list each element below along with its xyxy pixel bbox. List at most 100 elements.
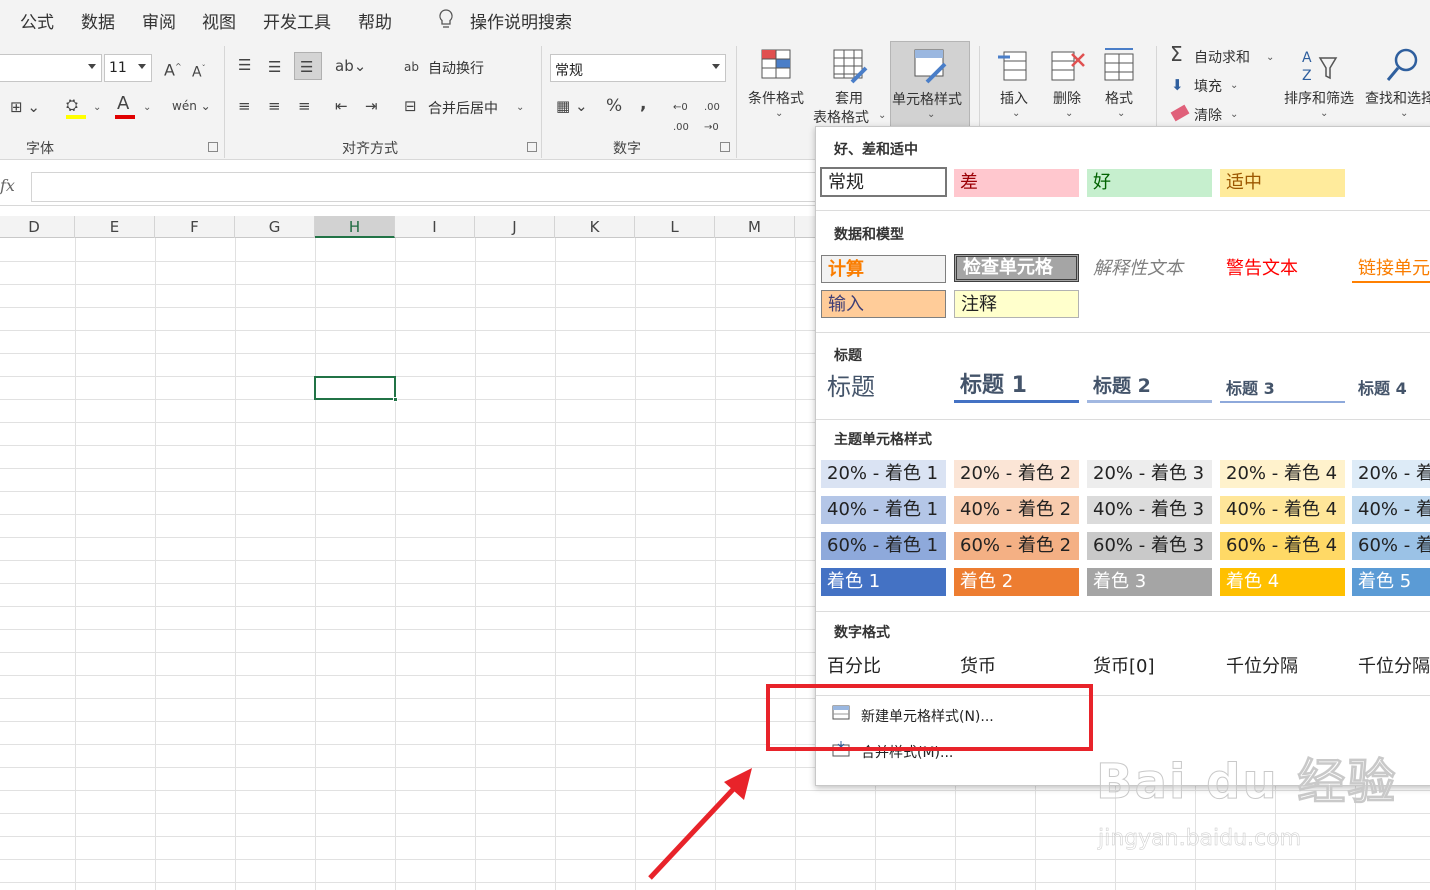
style-good[interactable]: 好 [1087,169,1212,197]
style-accent-5[interactable]: 着色 5 [1352,568,1430,596]
format-as-table-label-1[interactable]: 套用 [835,88,863,108]
font-launcher-icon[interactable] [208,142,218,152]
fill-button[interactable]: 填充 [1194,76,1222,96]
chevron-down-icon[interactable]: ⌄ [1230,109,1238,120]
style-bad[interactable]: 差 [954,169,1079,197]
chevron-down-icon[interactable]: ⌄ [1012,108,1020,119]
style-currency-0[interactable]: 货币[0] [1087,653,1212,681]
number-launcher-icon[interactable] [720,142,730,152]
column-header-e[interactable]: E [75,216,155,238]
chevron-down-icon[interactable]: ⌄ [143,102,151,113]
delete-button[interactable]: 删除 [1053,88,1081,108]
tell-me-search[interactable]: 操作说明搜索 [470,8,572,33]
magnifier-icon[interactable] [1384,46,1424,84]
chevron-down-icon[interactable]: ⌄ [1230,80,1238,91]
chevron-down-icon[interactable]: ⌄ [878,110,886,121]
align-center-icon[interactable]: ≡ [268,96,281,116]
menu-view[interactable]: 视图 [202,8,236,33]
style-accent-4[interactable]: 着色 4 [1220,568,1345,596]
border-icon[interactable]: ⊞ ⌄ [10,97,40,117]
decrease-decimal-icon[interactable]: .00 →0 [704,98,720,138]
align-right-icon[interactable]: ≡ [298,96,311,116]
style-heading-4[interactable]: 标题 4 [1352,375,1430,403]
eraser-icon[interactable] [1170,104,1190,122]
style-comma[interactable]: 千位分隔 [1220,653,1345,681]
style-title[interactable]: 标题 [821,371,946,403]
wrap-text-button[interactable]: 自动换行 [428,58,484,78]
align-bottom-button[interactable]: ☰ [294,52,322,80]
column-header-h[interactable]: H [315,216,395,238]
accounting-format-icon[interactable]: ▦ ⌄ [556,96,588,116]
insert-cells-icon[interactable] [996,48,1032,84]
style-60-accent-3[interactable]: 60% - 着色 3 [1087,532,1212,560]
format-as-table-button[interactable]: 表格格式 [813,107,869,127]
format-cells-icon[interactable] [1102,46,1138,84]
chevron-down-icon[interactable]: ⌄ [516,102,524,113]
cell-styles-button[interactable]: 单元格样式 ⌄ [890,41,970,127]
increase-indent-icon[interactable]: ⇥ [365,96,378,116]
selected-cell[interactable] [314,376,398,402]
wrap-text-icon[interactable]: ab [404,57,419,77]
style-40-accent-4[interactable]: 40% - 着色 4 [1220,496,1345,524]
style-warning[interactable]: 警告文本 [1220,255,1345,283]
find-select-button[interactable]: 查找和选择 [1365,88,1430,108]
align-launcher-icon[interactable] [527,142,537,152]
style-40-accent-5[interactable]: 40% - 着 [1352,496,1430,524]
style-20-accent-1[interactable]: 20% - 着色 1 [821,460,946,488]
fill-handle[interactable] [393,397,398,402]
style-neutral[interactable]: 适中 [1220,169,1345,197]
chevron-down-icon[interactable]: ⌄ [775,108,783,119]
align-left-icon[interactable]: ≡ [238,96,251,116]
style-60-accent-2[interactable]: 60% - 着色 2 [954,532,1079,560]
menu-help[interactable]: 帮助 [358,8,392,33]
style-accent-1[interactable]: 着色 1 [821,568,946,596]
font-size-select[interactable]: 11 [104,54,152,82]
fill-color-icon[interactable]: ⛭ [66,95,78,115]
shrink-font-icon[interactable]: Aˇ [192,59,206,83]
column-header-d[interactable]: D [0,216,75,238]
number-format-select[interactable]: 常规 [550,54,726,82]
font-color-icon[interactable]: A [117,94,129,114]
chevron-down-icon[interactable]: ⌄ [1065,108,1073,119]
style-accent-3[interactable]: 着色 3 [1087,568,1212,596]
style-20-accent-3[interactable]: 20% - 着色 3 [1087,460,1212,488]
align-top-icon[interactable]: ☰ [238,55,251,75]
menu-data[interactable]: 数据 [81,8,115,33]
style-20-accent-4[interactable]: 20% - 着色 4 [1220,460,1345,488]
orientation-icon[interactable]: ab⌄ [335,56,366,76]
menu-developer[interactable]: 开发工具 [263,8,331,33]
column-header-g[interactable]: G [235,216,315,238]
style-check-cell[interactable]: 检查单元格 [954,254,1079,282]
chevron-down-icon[interactable]: ⌄ [93,102,101,113]
menu-formulas[interactable]: 公式 [20,8,54,33]
menu-review[interactable]: 审阅 [142,8,176,33]
style-60-accent-5[interactable]: 60% - 着 [1352,532,1430,560]
align-middle-icon[interactable]: ☰ [268,57,281,77]
chevron-down-icon[interactable]: ⌄ [1266,52,1274,63]
style-40-accent-2[interactable]: 40% - 着色 2 [954,496,1079,524]
style-heading-1[interactable]: 标题 1 [954,371,1079,403]
increase-decimal-icon[interactable]: ←0.00 [673,98,689,138]
style-heading-3[interactable]: 标题 3 [1220,375,1345,403]
style-input[interactable]: 输入 [821,290,946,318]
style-percent[interactable]: 百分比 [821,653,946,681]
merge-center-icon[interactable]: ⊟ [404,96,417,116]
style-60-accent-1[interactable]: 60% - 着色 1 [821,532,946,560]
style-explanatory[interactable]: 解释性文本 [1087,255,1212,283]
column-header-i[interactable]: I [395,216,475,238]
font-name-select[interactable] [0,54,102,82]
decrease-indent-icon[interactable]: ⇤ [335,96,348,116]
style-40-accent-3[interactable]: 40% - 着色 3 [1087,496,1212,524]
style-60-accent-4[interactable]: 60% - 着色 4 [1220,532,1345,560]
style-40-accent-1[interactable]: 40% - 着色 1 [821,496,946,524]
phonetic-icon[interactable]: wén ⌄ [172,96,211,116]
chevron-down-icon[interactable]: ⌄ [1320,108,1328,119]
style-accent-2[interactable]: 着色 2 [954,568,1079,596]
merge-center-button[interactable]: 合并后居中 [428,98,498,118]
fill-down-icon[interactable]: ⬇ [1171,75,1184,95]
column-header-l[interactable]: L [635,216,715,238]
sigma-icon[interactable]: Σ [1170,44,1183,64]
insert-button[interactable]: 插入 [1000,88,1028,108]
delete-cells-icon[interactable] [1050,48,1086,84]
fx-icon[interactable]: fx [0,176,15,195]
